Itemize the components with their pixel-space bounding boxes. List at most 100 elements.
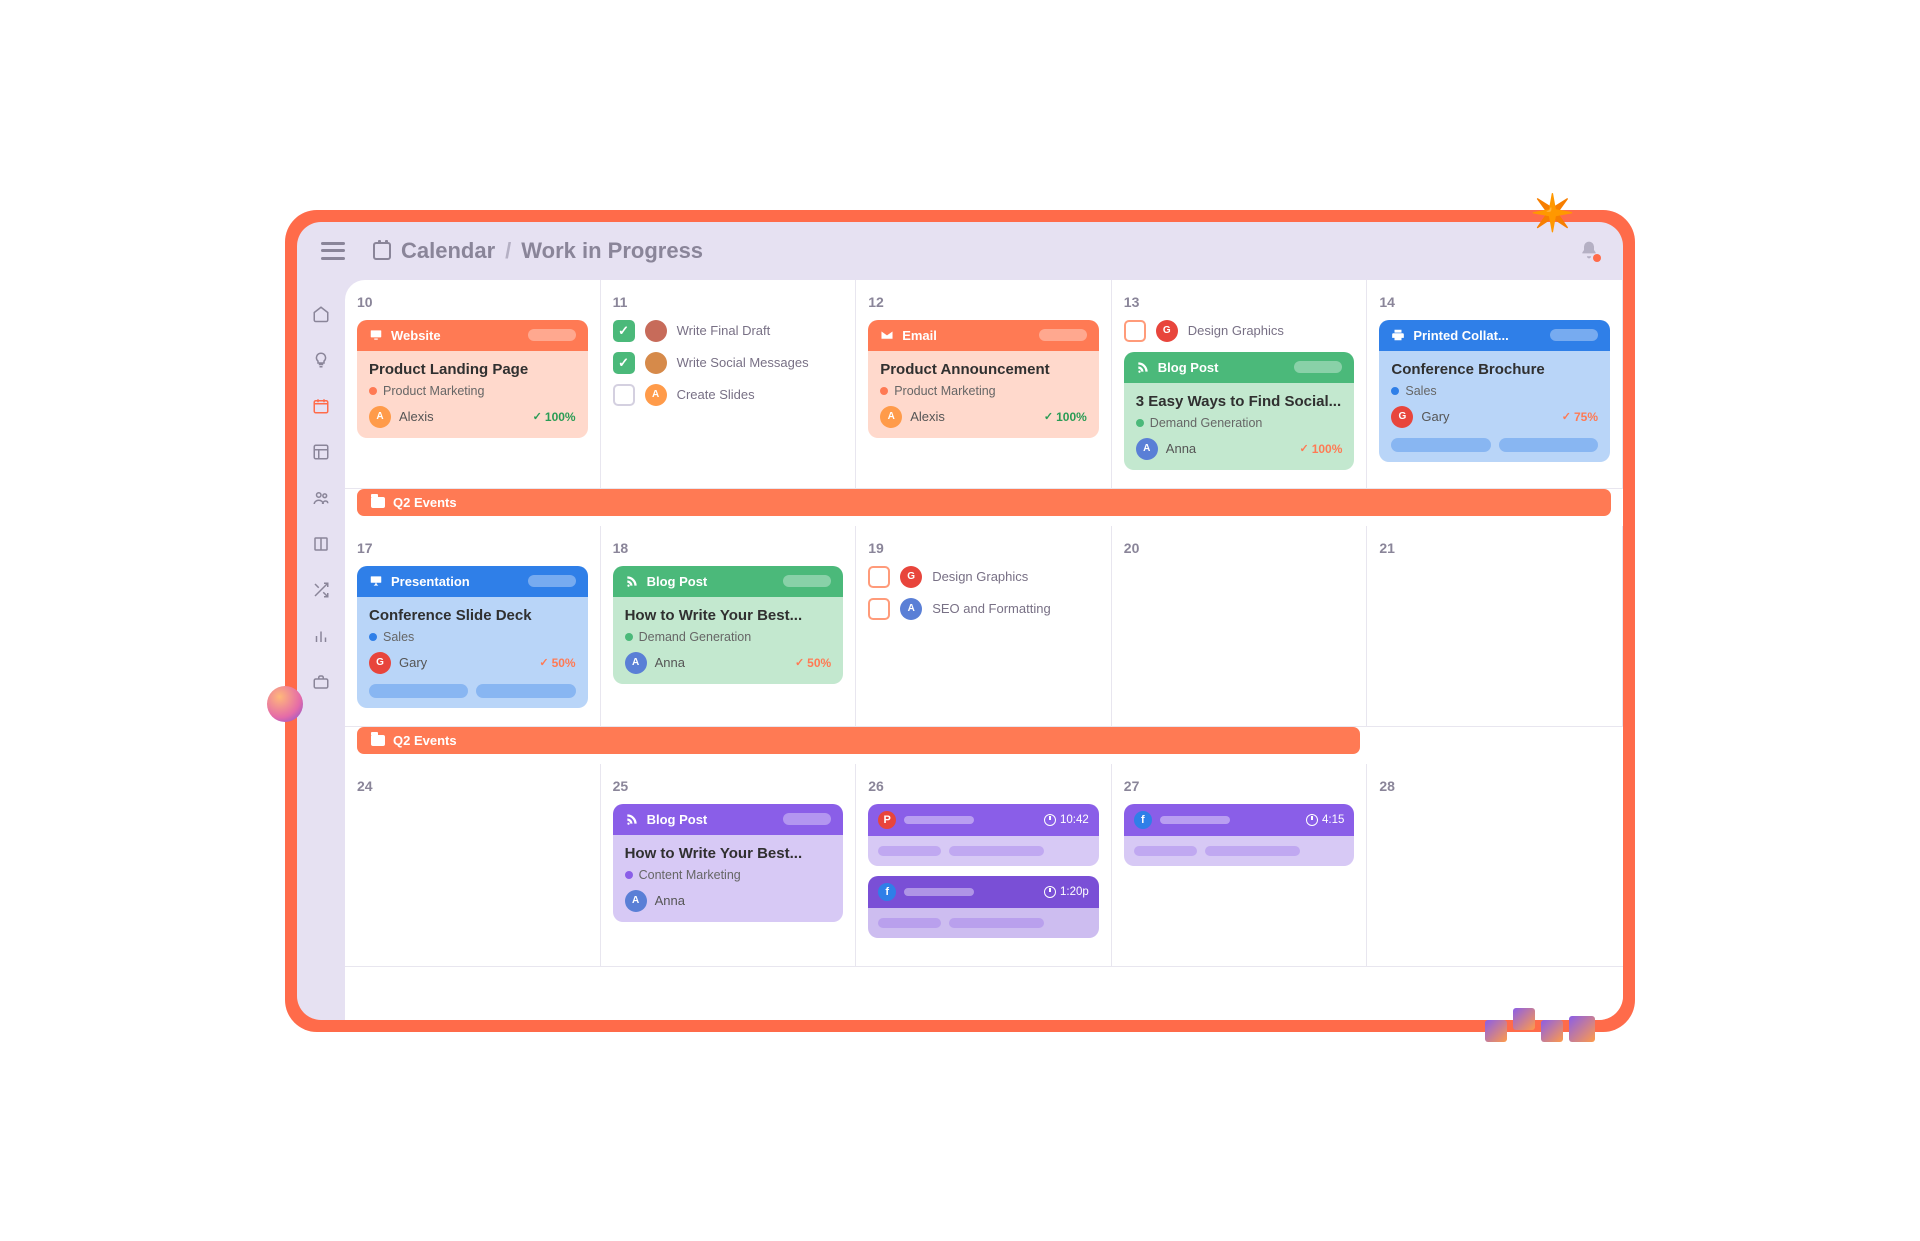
card-tag: Sales [1391,384,1598,398]
progress-badge: 50% [795,656,831,670]
calendar-cell[interactable]: 25 Blog Post How to Write Your Best... C… [601,764,857,967]
task-item[interactable]: A SEO and Formatting [868,598,1099,620]
card-header: Printed Collat... [1379,320,1610,351]
social-header: f 1:20p [868,876,1099,908]
social-header: f 4:15 [1124,804,1355,836]
content-wrap: 10 Website Product Landing Page Product … [297,280,1623,1020]
progress-badge: 100% [1044,410,1087,424]
card-body: Product Announcement Product Marketing A… [868,351,1099,438]
date-number: 13 [1124,294,1355,310]
event-bar[interactable]: Q2 Events [357,489,1611,516]
analytics-icon[interactable] [311,626,331,646]
calendar-cell[interactable]: 14 Printed Collat... Conference Brochure… [1367,280,1623,489]
social-header: P 10:42 [868,804,1099,836]
social-time: 4:15 [1306,814,1344,826]
notifications-button[interactable] [1579,240,1599,262]
card-header: Blog Post [1124,352,1355,383]
content-card[interactable]: Blog Post How to Write Your Best... Dema… [613,566,844,684]
task-item[interactable]: A Create Slides [613,384,844,406]
calendar-cell[interactable]: 19 G Design Graphics A SEO and Formattin… [856,526,1112,727]
checkbox[interactable] [868,566,890,588]
calendar-cell[interactable]: 20 [1112,526,1368,727]
social-card[interactable]: f 4:15 [1124,804,1355,866]
facebook-icon: f [1134,811,1152,829]
task-item[interactable]: G Design Graphics [868,566,1099,588]
event-bar[interactable]: Q2 Events [357,727,1360,754]
card-tag: Product Marketing [369,384,576,398]
decoration-blocks [1485,1008,1595,1042]
breadcrumb: Calendar / Work in Progress [373,238,703,264]
calendar-cell[interactable]: 28 [1367,764,1623,967]
event-bar-row: Q2 Events [345,489,1623,526]
task-text: Write Final Draft [677,323,771,338]
task-item[interactable]: Write Final Draft [613,320,844,342]
breadcrumb-root[interactable]: Calendar [401,238,495,264]
calendar-cell[interactable]: 27 f 4:15 [1112,764,1368,967]
checkbox[interactable] [613,320,635,342]
book-icon[interactable] [311,534,331,554]
social-card[interactable]: f 1:20p [868,876,1099,938]
content-card[interactable]: Website Product Landing Page Product Mar… [357,320,588,438]
header-pill [528,329,576,341]
window: Calendar / Work in Progress 10 [297,222,1623,1020]
card-header: Blog Post [613,804,844,835]
assignee-row: A Anna 100% [1136,438,1343,460]
breadcrumb-current[interactable]: Work in Progress [521,238,703,264]
home-icon[interactable] [311,304,331,324]
header-pill [1294,361,1342,373]
social-card[interactable]: P 10:42 [868,804,1099,866]
task-text: Write Social Messages [677,355,809,370]
calendar-cell[interactable]: 26 P 10:42 f 1:20p [856,764,1112,967]
date-number: 24 [357,778,588,794]
header-bar: Calendar / Work in Progress [297,222,1623,280]
header-pill [1550,329,1598,341]
card-title: How to Write Your Best... [625,845,832,862]
clock-icon [1044,886,1056,898]
checkbox[interactable] [1124,320,1146,342]
card-body: Conference Slide Deck Sales G Gary 50% [357,597,588,708]
users-icon[interactable] [311,488,331,508]
avatar: A [880,406,902,428]
card-title: Conference Brochure [1391,361,1598,378]
checkbox[interactable] [613,384,635,406]
assignee-row: A Alexis 100% [369,406,576,428]
checkbox[interactable] [868,598,890,620]
layout-icon[interactable] [311,442,331,462]
decoration-sphere [267,686,303,722]
card-body: How to Write Your Best... Content Market… [613,835,844,922]
calendar-cell[interactable]: 17 Presentation Conference Slide Deck Sa… [345,526,601,727]
calendar-cell[interactable]: 24 [345,764,601,967]
calendar-cell[interactable]: 18 Blog Post How to Write Your Best... D… [601,526,857,727]
task-text: Design Graphics [932,569,1028,584]
calendar-nav-icon[interactable] [311,396,331,416]
progress-badge: 100% [533,410,576,424]
content-card[interactable]: Printed Collat... Conference Brochure Sa… [1379,320,1610,462]
card-body: 3 Easy Ways to Find Social... Demand Gen… [1124,383,1355,470]
task-text: SEO and Formatting [932,601,1051,616]
calendar-cell[interactable]: 11 Write Final Draft Write Social Messag… [601,280,857,489]
content-card[interactable]: Blog Post 3 Easy Ways to Find Social... … [1124,352,1355,470]
avatar: A [369,406,391,428]
calendar-cell[interactable]: 12 Email Product Announcement Product Ma… [856,280,1112,489]
menu-button[interactable] [321,242,345,260]
calendar-cell[interactable]: 10 Website Product Landing Page Product … [345,280,601,489]
header-pill [783,575,831,587]
calendar-cell[interactable]: 21 [1367,526,1623,727]
task-item[interactable]: G Design Graphics [1124,320,1355,342]
briefcase-icon[interactable] [311,672,331,692]
assignee-name: Anna [655,893,685,908]
lightbulb-icon[interactable] [311,350,331,370]
date-number: 17 [357,540,588,556]
assignee-name: Anna [1166,441,1196,456]
task-item[interactable]: Write Social Messages [613,352,844,374]
header-pill [1039,329,1087,341]
date-number: 21 [1379,540,1610,556]
checkbox[interactable] [613,352,635,374]
content-card[interactable]: Email Product Announcement Product Marke… [868,320,1099,438]
avatar [645,352,667,374]
shuffle-icon[interactable] [311,580,331,600]
calendar-cell[interactable]: 13 G Design Graphics Blog Post 3 Easy Wa… [1112,280,1368,489]
content-card[interactable]: Blog Post How to Write Your Best... Cont… [613,804,844,922]
content-card[interactable]: Presentation Conference Slide Deck Sales… [357,566,588,708]
date-number: 10 [357,294,588,310]
